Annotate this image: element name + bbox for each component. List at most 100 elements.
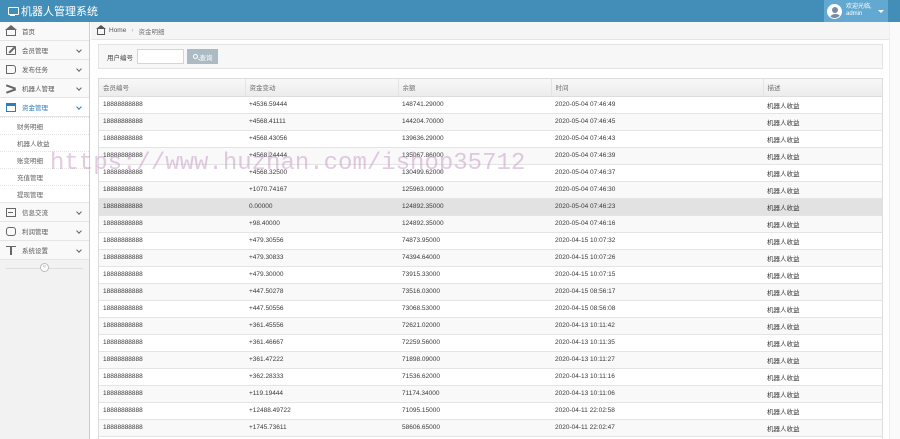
sidebar-item-settings[interactable]: 系统设置	[0, 241, 89, 260]
table-cell: +361.47222	[245, 351, 398, 369]
table-cell: 148741.29000	[398, 96, 551, 114]
table-cell: 机器人收益	[763, 385, 882, 403]
calendar-icon	[6, 102, 16, 112]
table-cell: +361.46667	[245, 334, 398, 352]
table-cell: +4568.41111	[245, 113, 398, 131]
table-cell: 机器人收益	[763, 368, 882, 386]
sidebar-item-label: 利润管理	[22, 229, 48, 236]
table-header-row: 会员编号 资金变动 余额 时间 描述	[99, 79, 882, 97]
sidebar-item-home[interactable]: 首页	[0, 22, 89, 41]
sidebar-item-funds[interactable]: 资金管理	[0, 98, 89, 117]
sidebar-item-label: 机器人管理	[22, 86, 55, 93]
table-cell: 71536.62000	[398, 368, 551, 386]
table-cell: 机器人收益	[763, 130, 882, 148]
table-row[interactable]: 18888888888 +119.19444 71174.34000 2020-04-…	[99, 385, 882, 403]
submenu-item-withdraw[interactable]: 提现管理	[0, 185, 89, 202]
table-row[interactable]: 18888888888 +447.50556 73068.53000 2020-04-…	[99, 300, 882, 318]
table-cell: 18888888888	[99, 181, 245, 199]
home-icon	[96, 24, 106, 35]
table-cell: 机器人收益	[763, 96, 882, 114]
table-row[interactable]: 18888888888 +98.40000 124892.35000 2020-05-…	[99, 215, 882, 233]
user-id-input[interactable]	[137, 49, 184, 64]
table-cell: 18888888888	[99, 419, 245, 437]
table-cell: 18888888888	[99, 232, 245, 250]
submenu-item-robot-income[interactable]: 机器人收益	[0, 134, 89, 151]
table-row[interactable]: 18888888888 +1745.73611 58606.65000 2020-04…	[99, 419, 882, 437]
app-title: 机器人管理系统	[21, 6, 98, 18]
table-row[interactable]: 18888888888 +361.45556 72621.02000 2020-04-…	[99, 317, 882, 335]
column-header[interactable]: 资金变动	[245, 79, 399, 97]
home-icon	[5, 24, 17, 36]
table-cell: 18888888888	[99, 96, 245, 114]
sidebar-item-members[interactable]: 会员管理	[0, 41, 89, 60]
submenu-item-finance-detail[interactable]: 财务明细	[0, 117, 89, 134]
sidebar-item-robots[interactable]: 机器人管理	[0, 79, 89, 98]
search-icon	[192, 54, 198, 59]
caret-down-icon	[877, 9, 884, 13]
table-cell: 124892.35000	[398, 215, 551, 233]
table-row[interactable]: 18888888888 +1070.74167 125963.09000 2020-0…	[99, 181, 882, 199]
column-header[interactable]: 会员编号	[99, 79, 246, 97]
table-row[interactable]: 18888888888 0.00000 124892.35000 2020-05-04…	[99, 198, 882, 216]
table-cell: 2020-05-04 07:46:49	[551, 96, 763, 114]
doc-icon	[6, 207, 16, 217]
table-cell: 2020-05-04 07:46:45	[551, 113, 763, 131]
table-cell: 2020-05-04 07:46:37	[551, 164, 763, 182]
table-cell: +98.40000	[245, 215, 398, 233]
column-header[interactable]: 余额	[398, 79, 552, 97]
table-cell: 机器人收益	[763, 249, 882, 267]
app-brand[interactable]: 机器人管理系统	[7, 3, 98, 19]
table-cell: 机器人收益	[763, 232, 882, 250]
table-cell: 机器人收益	[763, 283, 882, 301]
table-cell: 18888888888	[99, 300, 245, 318]
page-scrollbar[interactable]	[889, 22, 900, 439]
table-cell: +1745.73611	[245, 419, 398, 437]
table-row[interactable]: 18888888888 +4536.59444 148741.29000 2020-0…	[99, 96, 882, 114]
edit-icon	[6, 45, 16, 55]
table-cell: 18888888888	[99, 113, 245, 131]
table-cell: +447.50278	[245, 283, 398, 301]
table-cell: 72621.02000	[398, 317, 551, 335]
table-cell: 2020-04-15 10:07:15	[551, 266, 763, 284]
table-row[interactable]: 18888888888 +479.30556 74873.95000 2020-04-…	[99, 232, 882, 250]
breadcrumb-home-link[interactable]: Home	[109, 27, 126, 34]
column-header[interactable]: 时间	[551, 79, 764, 97]
table-cell: 18888888888	[99, 266, 245, 284]
sidebar-item-label: 会员管理	[22, 48, 48, 55]
column-header[interactable]: 描述	[763, 79, 882, 97]
top-navbar: 机器人管理系统 欢迎光临, admin	[0, 0, 900, 22]
table-cell: 73915.33000	[398, 266, 551, 284]
table-cell: 73068.53000	[398, 300, 551, 318]
table-cell: +479.30000	[245, 266, 398, 284]
user-name: admin	[846, 11, 863, 17]
sidebar-item-profit[interactable]: 利润管理	[0, 222, 89, 241]
table-cell: 18888888888	[99, 249, 245, 267]
table-cell: 机器人收益	[763, 147, 882, 165]
table-cell: 18888888888	[99, 368, 245, 386]
table-row[interactable]: 18888888888 +4568.43056 139636.29000 2020-0…	[99, 130, 882, 148]
sidebar-collapse-bar: «	[0, 260, 89, 276]
collapse-icon[interactable]: «	[40, 263, 49, 272]
table-cell: 139636.29000	[398, 130, 551, 148]
table-row[interactable]: 18888888888 +361.46667 72259.56000 2020-04-…	[99, 334, 882, 352]
table-cell: 73516.03000	[398, 283, 551, 301]
table-cell: 18888888888	[99, 198, 245, 216]
table-row[interactable]: 18888888888 +479.30000 73915.33000 2020-04-…	[99, 266, 882, 284]
user-menu[interactable]: 欢迎光临, admin	[824, 0, 888, 22]
sidebar-item-label: 发布任务	[22, 67, 48, 74]
table-row[interactable]: 18888888888 +361.47222 71898.09000 2020-04-…	[99, 351, 882, 369]
sidebar-item-messages[interactable]: 信息交流	[0, 203, 89, 222]
search-button[interactable]: 查询	[187, 49, 218, 64]
table-row[interactable]: 18888888888 +4568.41111 144204.70000 2020-0…	[99, 113, 882, 131]
table-row[interactable]: 18888888888 +447.50278 73516.03000 2020-04-…	[99, 283, 882, 301]
table-cell: 2020-04-13 10:11:42	[551, 317, 763, 335]
shuffle-icon	[6, 84, 16, 93]
table-cell: 2020-04-13 10:11:27	[551, 351, 763, 369]
funds-table: 会员编号 资金变动 余额 时间 描述 18888888888 +4536.5944…	[98, 78, 883, 439]
table-cell: 18888888888	[99, 130, 245, 148]
table-row[interactable]: 18888888888 +12488.49722 71095.15000 2020-0…	[99, 402, 882, 420]
breadcrumb-separator: ›	[131, 27, 134, 34]
table-row[interactable]: 18888888888 +362.28333 71536.62000 2020-04-…	[99, 368, 882, 386]
table-row[interactable]: 18888888888 +479.30833 74394.64000 2020-04-…	[99, 249, 882, 267]
sidebar-item-tasks[interactable]: 发布任务	[0, 60, 89, 79]
